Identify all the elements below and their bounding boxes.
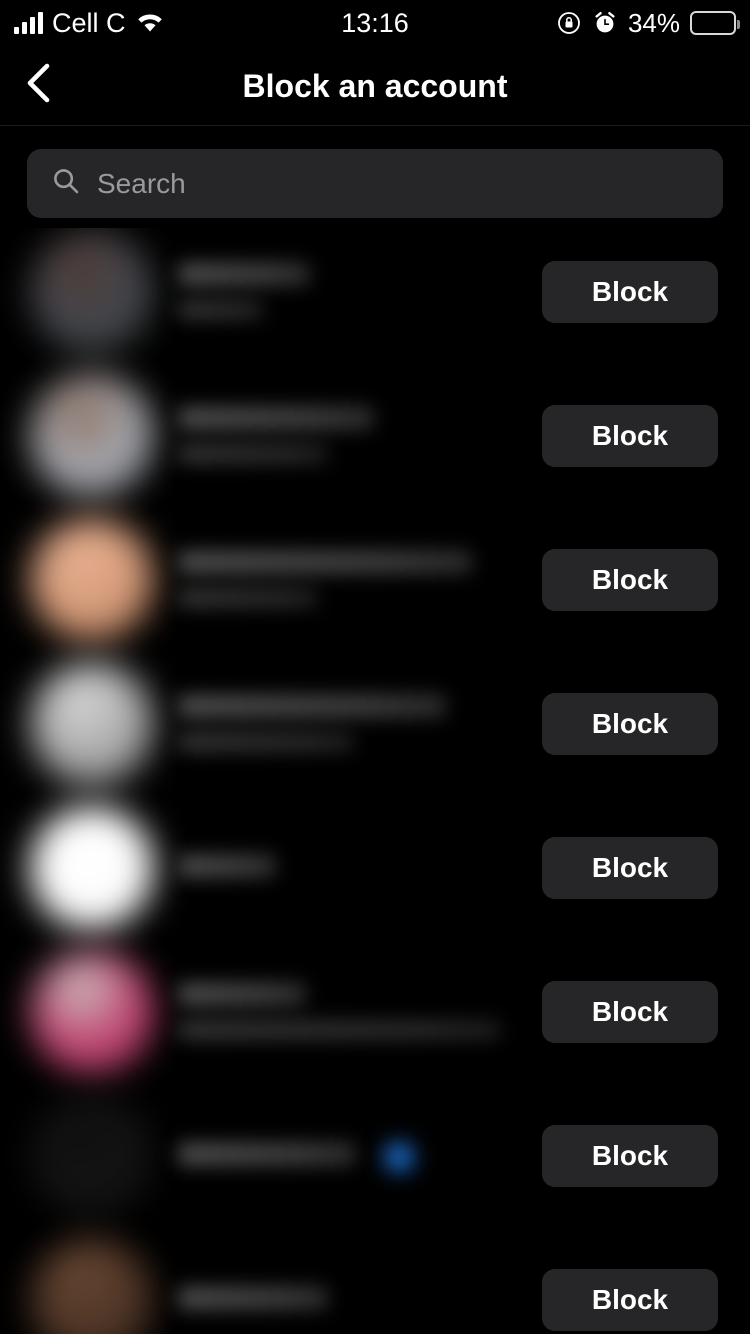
account-display-name [178, 982, 306, 1006]
rotation-lock-icon [556, 10, 582, 36]
account-name-block [178, 1286, 328, 1310]
avatar-image [30, 374, 154, 498]
battery-icon [690, 11, 740, 35]
block-button[interactable]: Block [542, 981, 718, 1043]
avatar-image [30, 230, 154, 354]
navigation-bar: Block an account [0, 46, 750, 126]
avatar [30, 230, 154, 354]
avatar-image [30, 662, 154, 786]
search-icon [51, 166, 81, 201]
account-display-name [178, 550, 472, 574]
account-row[interactable]: Block [0, 1084, 750, 1228]
avatar [30, 950, 154, 1074]
phone-screen: Cell C 13:16 34% Block an account Search… [0, 0, 750, 1334]
account-username [178, 732, 354, 752]
avatar [30, 518, 154, 642]
status-bar-right: 34% [556, 0, 740, 46]
account-name-block [178, 694, 446, 752]
account-display-name [178, 854, 276, 878]
account-username [178, 588, 318, 608]
account-display-name [178, 262, 310, 286]
block-button[interactable]: Block [542, 405, 718, 467]
account-list[interactable]: Block Block Block Block Block Block Block Block [0, 228, 750, 1334]
block-button[interactable]: Block [542, 549, 718, 611]
avatar [30, 806, 154, 930]
avatar [30, 662, 154, 786]
battery-percentage-label: 34% [627, 7, 680, 38]
account-name-block [178, 550, 472, 608]
account-name-block [178, 854, 276, 878]
account-display-name [178, 1142, 356, 1166]
avatar-image [30, 806, 154, 930]
avatar [30, 374, 154, 498]
account-display-name [178, 694, 446, 718]
verified-badge-icon [384, 1142, 414, 1172]
avatar-image [30, 518, 154, 642]
account-name-block [178, 406, 374, 464]
account-row[interactable]: Block [0, 508, 750, 652]
account-row[interactable]: Block [0, 940, 750, 1084]
account-row[interactable]: Block [0, 228, 750, 364]
account-name-block [178, 262, 310, 320]
account-name-block [178, 1142, 356, 1166]
avatar [30, 1094, 154, 1218]
block-button[interactable]: Block [542, 1269, 718, 1331]
account-row[interactable]: Block [0, 652, 750, 796]
account-username [178, 444, 328, 464]
page-title: Block an account [242, 68, 508, 104]
status-bar: Cell C 13:16 34% [0, 0, 750, 46]
block-button[interactable]: Block [542, 261, 718, 323]
account-username [178, 1020, 500, 1040]
account-username [178, 300, 264, 320]
account-row[interactable]: Block [0, 796, 750, 940]
account-row[interactable]: Block [0, 364, 750, 508]
block-button[interactable]: Block [542, 837, 718, 899]
account-row[interactable]: Block [0, 1228, 750, 1334]
avatar-image [30, 1094, 154, 1218]
alarm-clock-icon [592, 10, 618, 36]
search-input[interactable] [97, 167, 699, 200]
avatar-image [30, 1238, 154, 1334]
avatar [30, 1238, 154, 1334]
search-bar[interactable] [27, 149, 723, 218]
block-button[interactable]: Block [542, 1125, 718, 1187]
account-name-block [178, 982, 500, 1040]
avatar-image [30, 950, 154, 1074]
account-display-name [178, 406, 374, 430]
account-display-name [178, 1286, 328, 1310]
block-button[interactable]: Block [542, 693, 718, 755]
